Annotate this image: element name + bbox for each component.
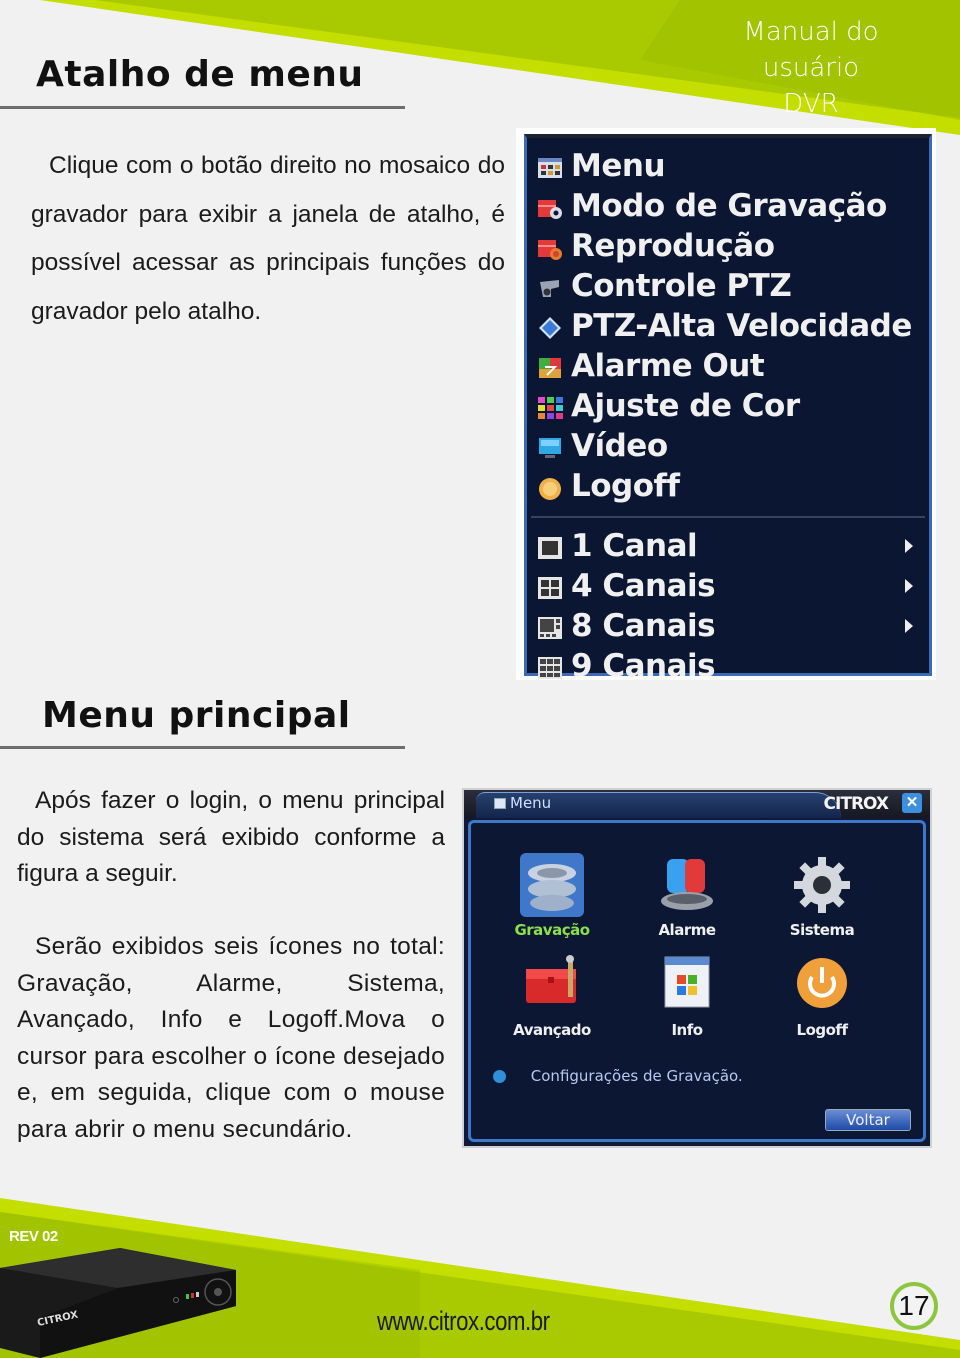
section1-paragraph: Clique com o botão direito no mosaico do… (31, 152, 505, 325)
section-title-shortcut: Atalho de menu (36, 54, 364, 95)
context-menu-item-label: 8 Canais (571, 608, 716, 644)
status-text: Configurações de Gravação. (530, 1067, 743, 1085)
context-menu-screenshot: Menu Modo de Gravação Reprodução Control… (516, 128, 936, 684)
back-button[interactable]: Voltar (825, 1109, 911, 1131)
main-menu-icon-info[interactable]: Info (622, 953, 752, 1039)
website-link[interactable]: www.citrox.com.br (377, 1306, 550, 1337)
window-menu-icon (494, 798, 506, 809)
layout-4-icon (537, 573, 563, 599)
layout-1-icon (537, 533, 563, 559)
context-menu-item-label: Modo de Gravação (571, 188, 887, 224)
gear-icon (790, 853, 854, 917)
power-icon (790, 953, 854, 1017)
section-title-main-menu: Menu principal (42, 695, 351, 736)
context-menu-item-label: 1 Canal (571, 528, 698, 564)
info-window-icon (655, 953, 719, 1017)
main-menu-icon-label: Gravação (514, 921, 590, 939)
context-menu-item-label: 4 Canais (571, 568, 716, 604)
revision-label: REV 02 (9, 1228, 58, 1245)
context-menu: Menu Modo de Gravação Reprodução Control… (524, 134, 932, 684)
dvr-device-image: CITROX (0, 1248, 236, 1358)
context-menu-item-ptz-speed[interactable]: PTZ-Alta Velocidade (527, 306, 929, 346)
context-menu-item-record-mode[interactable]: Modo de Gravação (527, 186, 929, 226)
main-menu-icon-label: Sistema (789, 921, 855, 939)
page-number: 17 (890, 1282, 938, 1330)
submenu-arrow-icon (905, 619, 913, 633)
layout-8-icon (537, 613, 563, 639)
layout-9-icon (537, 653, 563, 679)
header-brand-line2: DVR (783, 89, 839, 119)
main-menu-icon-label: Alarme (658, 921, 716, 939)
context-menu-item-menu[interactable]: Menu (527, 146, 929, 186)
context-menu-item-ptz-control[interactable]: Controle PTZ (527, 266, 929, 306)
close-button[interactable]: ✕ (902, 793, 922, 813)
context-menu-item-label: Vídeo (571, 428, 668, 464)
video-monitor-icon (537, 433, 563, 459)
logoff-icon (537, 473, 563, 500)
main-menu-icon-system[interactable]: Sistema (757, 853, 887, 939)
siren-icon (655, 853, 719, 917)
status-bar: Configurações de Gravação. (493, 1067, 743, 1085)
main-menu-screenshot: Menu CITROX ✕ Gravação Alarme Sistema Av… (462, 788, 932, 1148)
info-dot-icon (493, 1070, 506, 1083)
main-menu-icon-label: Logoff (796, 1021, 848, 1039)
ptz-speed-dome-icon (537, 313, 563, 339)
title-underline (0, 106, 405, 109)
context-menu-item-8-channels[interactable]: 8 Canais (527, 606, 929, 646)
context-menu-item-label: Controle PTZ (571, 268, 792, 304)
context-menu-item-label: PTZ-Alta Velocidade (571, 308, 912, 344)
toolbox-icon (520, 953, 584, 1017)
menu-grid-icon (537, 153, 563, 179)
main-menu-icon-recording[interactable]: Gravação (487, 853, 617, 939)
submenu-arrow-icon (905, 579, 913, 593)
record-mode-icon (537, 193, 563, 219)
context-menu-item-label: 9 Canais (571, 648, 716, 684)
context-menu-item-9-channels[interactable]: 9 Canais (527, 646, 929, 686)
main-menu-title: Menu (510, 794, 552, 812)
submenu-arrow-icon (905, 539, 913, 553)
context-menu-item-label: Alarme Out (571, 348, 765, 384)
main-menu-icon-label: Avançado (513, 1021, 591, 1039)
alarm-out-icon (537, 353, 563, 379)
context-menu-item-logoff[interactable]: Logoff (527, 466, 929, 506)
playback-icon (537, 233, 563, 260)
main-menu-icon-logoff[interactable]: Logoff (757, 953, 887, 1039)
title-underline (0, 746, 405, 749)
context-menu-item-4-channels[interactable]: 4 Canais (527, 566, 929, 606)
context-menu-separator (531, 516, 925, 518)
context-menu-item-label: Ajuste de Cor (571, 388, 800, 424)
main-menu-body: Gravação Alarme Sistema Avançado Info Lo… (468, 820, 926, 1142)
film-reel-icon (520, 853, 584, 917)
ptz-camera-icon (537, 273, 563, 299)
main-menu-icon-advanced[interactable]: Avançado (487, 953, 617, 1039)
brand-logo: CITROX (823, 794, 889, 814)
section2-paragraph2: Serão exibidos seis ícones no total: Gra… (17, 933, 445, 1143)
main-menu-icon-label: Info (671, 1021, 703, 1039)
context-menu-item-playback[interactable]: Reprodução (527, 226, 929, 266)
section2-paragraph1: Após fazer o login, o menu principal do … (17, 787, 445, 887)
context-menu-item-1-channel[interactable]: 1 Canal (527, 526, 929, 566)
context-menu-item-color-adjust[interactable]: Ajuste de Cor (527, 386, 929, 426)
context-menu-item-label: Menu (571, 148, 666, 184)
header-brand-line1: Manual do usuário (743, 17, 879, 83)
color-adjust-icon (537, 393, 563, 419)
main-menu-icon-alarm[interactable]: Alarme (622, 853, 752, 939)
context-menu-item-video[interactable]: Vídeo (527, 426, 929, 466)
context-menu-item-label: Logoff (571, 468, 680, 504)
main-menu-titlebar: Menu CITROX ✕ (464, 790, 930, 818)
context-menu-item-alarm-out[interactable]: Alarme Out (527, 346, 929, 386)
header-brand: Manual do usuário DVR (696, 14, 926, 122)
context-menu-item-label: Reprodução (571, 228, 775, 264)
